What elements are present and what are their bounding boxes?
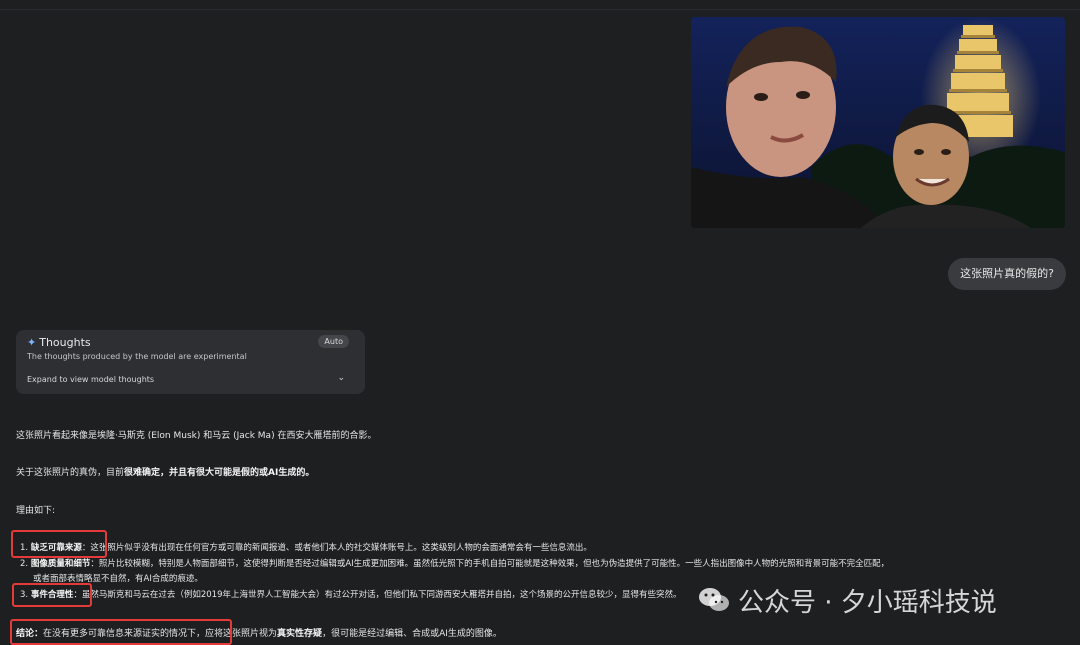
reason-2-number: 2. — [20, 559, 29, 569]
reason-3-text: ：虽然马斯克和马云在过去（例如2019年上海世界人工智能大会）有过公开对话，但他… — [73, 590, 682, 600]
reason-item-3: 3. 事件合理性：虽然马斯克和马云在过去（例如2019年上海世界人工智能大会）有… — [20, 588, 681, 600]
verdict-prefix: 关于这张照片的真伪，目前 — [16, 468, 125, 478]
reason-1-text: ：这张照片似乎没有出现在任何官方或可靠的新闻报道、或者他们本人的社交媒体账号上。… — [81, 543, 592, 553]
watermark: 公众号 · 夕小瑶科技说 — [698, 583, 997, 618]
photo-image — [691, 17, 1065, 228]
thoughts-panel[interactable]: ✦ Thoughts The thoughts produced by the m… — [16, 330, 365, 394]
highlight-box-source — [11, 530, 107, 558]
thoughts-title-text: Thoughts — [39, 336, 91, 349]
verdict-bold: 很难确定，并且有很大可能是假的或AI生成的。 — [124, 468, 315, 478]
auto-badge[interactable]: Auto — [318, 335, 349, 348]
user-message-bubble: 这张照片真的假的? — [948, 258, 1066, 290]
reason-item-2: 2. 图像质量和细节：照片比较模糊，特别是人物面部细节，这使得判断是否经过编辑或… — [20, 557, 889, 569]
watermark-text: 公众号 · 夕小瑶科技说 — [738, 587, 997, 618]
reasons-heading: 理由如下: — [16, 506, 56, 516]
reason-2-bold: 图像质量和细节 — [30, 559, 91, 569]
highlight-box-conclusion — [10, 619, 232, 645]
answer-verdict: 关于这张照片的真伪，目前很难确定，并且有很大可能是假的或AI生成的。 — [16, 465, 314, 478]
answer-intro: 这张照片看起来像是埃隆·马斯克 (Elon Musk) 和马云 (Jack Ma… — [16, 431, 377, 441]
expand-thoughts-link[interactable]: Expand to view model thoughts — [27, 375, 154, 384]
thoughts-subtitle: The thoughts produced by the model are e… — [27, 352, 247, 361]
reason-2-text: ：照片比较模糊，特别是人物面部细节，这使得判断是否经过编辑或AI生成更加困难。虽… — [90, 559, 890, 569]
conclusion-bold: 真实性存疑 — [277, 629, 323, 639]
top-divider — [0, 9, 1080, 10]
uploaded-photo[interactable] — [691, 17, 1065, 228]
conclusion-text-c: ，很可能是经过编辑、合成或AI生成的图像。 — [322, 629, 502, 639]
sparkle-icon: ✦ — [27, 336, 37, 349]
highlight-box-plausibility — [12, 583, 92, 607]
thoughts-title: ✦ Thoughts — [27, 336, 91, 349]
chevron-down-icon[interactable]: ⌄ — [337, 373, 345, 383]
wechat-icon — [699, 588, 729, 611]
